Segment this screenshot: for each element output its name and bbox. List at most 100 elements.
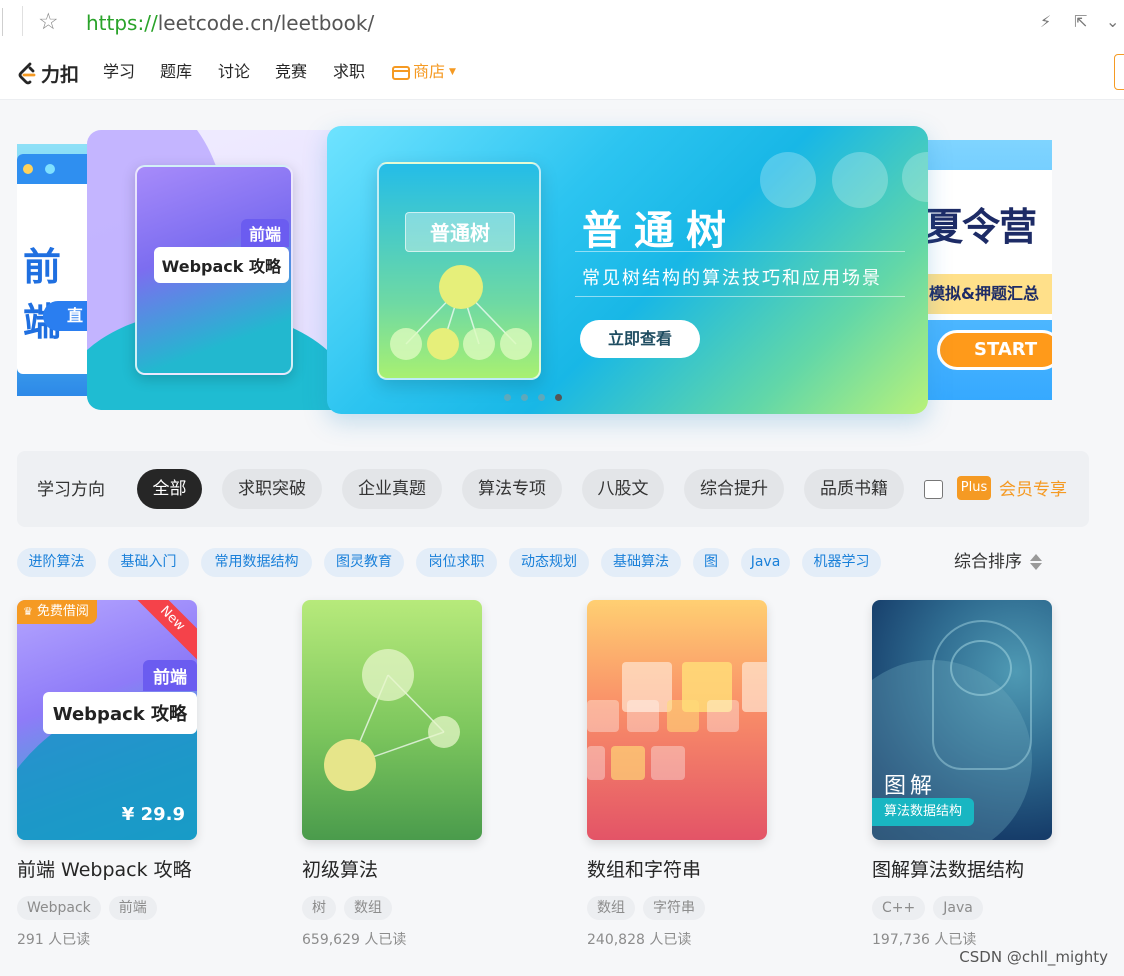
book-title[interactable]: 数组和字符串 xyxy=(587,858,701,882)
chevron-down-icon[interactable]: ⌄ xyxy=(1106,11,1119,33)
decor-ball xyxy=(902,152,928,202)
carousel-dot-active[interactable] xyxy=(555,394,562,401)
chip-all[interactable]: 全部 xyxy=(137,469,202,509)
carousel-dot[interactable] xyxy=(504,394,511,401)
book-cover[interactable] xyxy=(587,600,767,840)
book-tags: C++ Java xyxy=(872,896,983,920)
book-title[interactable]: 初级算法 xyxy=(302,858,378,882)
leetcode-logo[interactable]: 力扣 xyxy=(16,60,79,87)
chip-comprehensive[interactable]: 综合提升 xyxy=(684,469,784,509)
tag-java[interactable]: Java xyxy=(741,548,790,577)
member-only-checkbox[interactable] xyxy=(924,480,943,499)
tag-data-structures[interactable]: 常用数据结构 xyxy=(201,548,312,577)
book-card[interactable]: 图解 算法数据结构 图解算法数据结构 C++ Java 197,736 人已读 xyxy=(872,600,1112,948)
book-title[interactable]: 前端 Webpack 攻略 xyxy=(17,858,192,882)
helmet-illustration xyxy=(950,640,1012,696)
tag-turing[interactable]: 图灵教育 xyxy=(324,548,404,577)
crown-icon: ♛ xyxy=(23,605,33,618)
reader-count: 291 人已读 xyxy=(17,932,91,948)
book-title[interactable]: 图解算法数据结构 xyxy=(872,858,1024,882)
login-button[interactable] xyxy=(1114,54,1124,90)
reader-count: 240,828 人已读 xyxy=(587,932,692,948)
browser-address-bar: ☆ https://leetcode.cn/leetbook/ ⚡ ⇱ ⌄ xyxy=(0,0,1124,46)
tag-jobs[interactable]: 岗位求职 xyxy=(416,548,497,577)
book-tag: 字符串 xyxy=(643,896,705,920)
chip-quality-books[interactable]: 品质书籍 xyxy=(804,469,904,509)
array-cell xyxy=(627,700,659,732)
tree-book-cover: 普通树 xyxy=(377,162,541,380)
lightning-icon[interactable]: ⚡ xyxy=(1040,11,1051,33)
cover-tag: 前端 xyxy=(143,660,197,691)
carousel-dots xyxy=(504,394,562,401)
chip-algorithm[interactable]: 算法专项 xyxy=(462,469,562,509)
watermark: CSDN @chll_mighty xyxy=(959,948,1108,966)
slide-book-cover: 前端 Webpack 攻略 xyxy=(135,165,293,375)
tag-ml[interactable]: 机器学习 xyxy=(802,548,881,577)
free-borrow-badge: ♛ 免费借阅 xyxy=(17,600,97,624)
book-tags: 数组 字符串 xyxy=(587,896,705,920)
sort-dropdown[interactable]: 综合排序 xyxy=(954,551,1042,573)
start-button: START xyxy=(937,330,1052,370)
tag-advanced-algo[interactable]: 进阶算法 xyxy=(17,548,96,577)
nav-item-jobs[interactable]: 求职 xyxy=(333,62,365,82)
array-cell xyxy=(651,746,685,780)
tag-graph[interactable]: 图 xyxy=(693,548,729,577)
nav-item-discuss[interactable]: 讨论 xyxy=(218,62,250,82)
book-card[interactable]: 数组和字符串 数组 字符串 240,828 人已读 xyxy=(587,600,827,948)
tag-basics[interactable]: 基础入门 xyxy=(108,548,189,577)
leetcode-logo-icon xyxy=(18,62,36,84)
book-tags: Webpack 前端 xyxy=(17,896,157,920)
sort-label: 综合排序 xyxy=(954,552,1022,572)
divider xyxy=(575,251,905,252)
carousel-dot[interactable] xyxy=(521,394,528,401)
cover-title: Webpack 攻略 xyxy=(153,247,289,283)
plus-badge: Plus xyxy=(957,476,991,500)
bookmark-star-icon[interactable]: ☆ xyxy=(38,9,59,35)
book-tag: 数组 xyxy=(587,896,635,920)
sidebar-edge xyxy=(0,8,3,36)
nav-item-shop[interactable]: 商店 ▼ xyxy=(392,62,456,82)
sort-arrows-icon xyxy=(1030,554,1042,570)
cover-tag: 前端 xyxy=(240,219,289,247)
book-tags: 树 数组 xyxy=(302,896,392,920)
window-dot xyxy=(45,164,55,174)
url-protocol: https:// xyxy=(86,11,158,35)
book-cover[interactable] xyxy=(302,600,482,840)
book-card[interactable]: 初级算法 树 数组 659,629 人已读 xyxy=(302,600,542,948)
url-path: leetcode.cn/leetbook/ xyxy=(157,11,375,35)
tag-dp[interactable]: 动态规划 xyxy=(509,548,589,577)
member-only-label[interactable]: 会员专享 xyxy=(999,479,1067,501)
nav-item-contest[interactable]: 竞赛 xyxy=(275,62,307,82)
chip-job-breakthrough[interactable]: 求职突破 xyxy=(222,469,322,509)
book-card[interactable]: ♛ 免费借阅 New 前端 Webpack 攻略 ¥ 29.9 前端 Webpac… xyxy=(17,600,257,948)
carousel-slide-camp[interactable]: 夏令营 模拟&押题汇总 START xyxy=(925,140,1052,400)
filter-label: 学习方向 xyxy=(37,480,105,500)
chip-eight-legged[interactable]: 八股文 xyxy=(582,469,664,509)
chip-company-questions[interactable]: 企业真题 xyxy=(342,469,442,509)
reader-count: 197,736 人已读 xyxy=(872,932,977,948)
divider xyxy=(22,6,23,36)
array-cell xyxy=(742,662,767,712)
share-icon[interactable]: ⇱ xyxy=(1074,11,1087,33)
tree-diagram-icon xyxy=(390,265,532,360)
array-cell xyxy=(611,746,645,780)
array-cell xyxy=(667,700,699,732)
view-now-button[interactable]: 立即查看 xyxy=(580,320,700,358)
array-cell xyxy=(587,746,605,780)
book-cover[interactable]: ♛ 免费借阅 New 前端 Webpack 攻略 ¥ 29.9 xyxy=(17,600,197,840)
decor-ball xyxy=(760,152,816,208)
camp-title: 夏令营 xyxy=(925,205,1037,249)
nav-item-problems[interactable]: 题库 xyxy=(160,62,192,82)
url-field[interactable]: https://leetcode.cn/leetbook/ xyxy=(86,10,374,36)
free-borrow-label: 免费借阅 xyxy=(36,604,89,619)
nav-item-study[interactable]: 学习 xyxy=(103,62,135,82)
carousel-dot[interactable] xyxy=(538,394,545,401)
book-tag: Java xyxy=(933,896,983,920)
tag-basic-algo[interactable]: 基础算法 xyxy=(601,548,681,577)
carousel-slide-left[interactable]: 前端 直 xyxy=(17,144,97,396)
book-cover[interactable]: 图解 算法数据结构 xyxy=(872,600,1052,840)
carousel-slide-webpack[interactable]: 前端 Webpack 攻略 xyxy=(87,130,347,410)
carousel-slide-active[interactable]: 普通树 普通树 常见树结构的算法技巧和应用场景 立即查看 xyxy=(327,126,928,414)
decor-ball xyxy=(832,152,888,208)
tree-card-label: 普通树 xyxy=(405,212,515,252)
